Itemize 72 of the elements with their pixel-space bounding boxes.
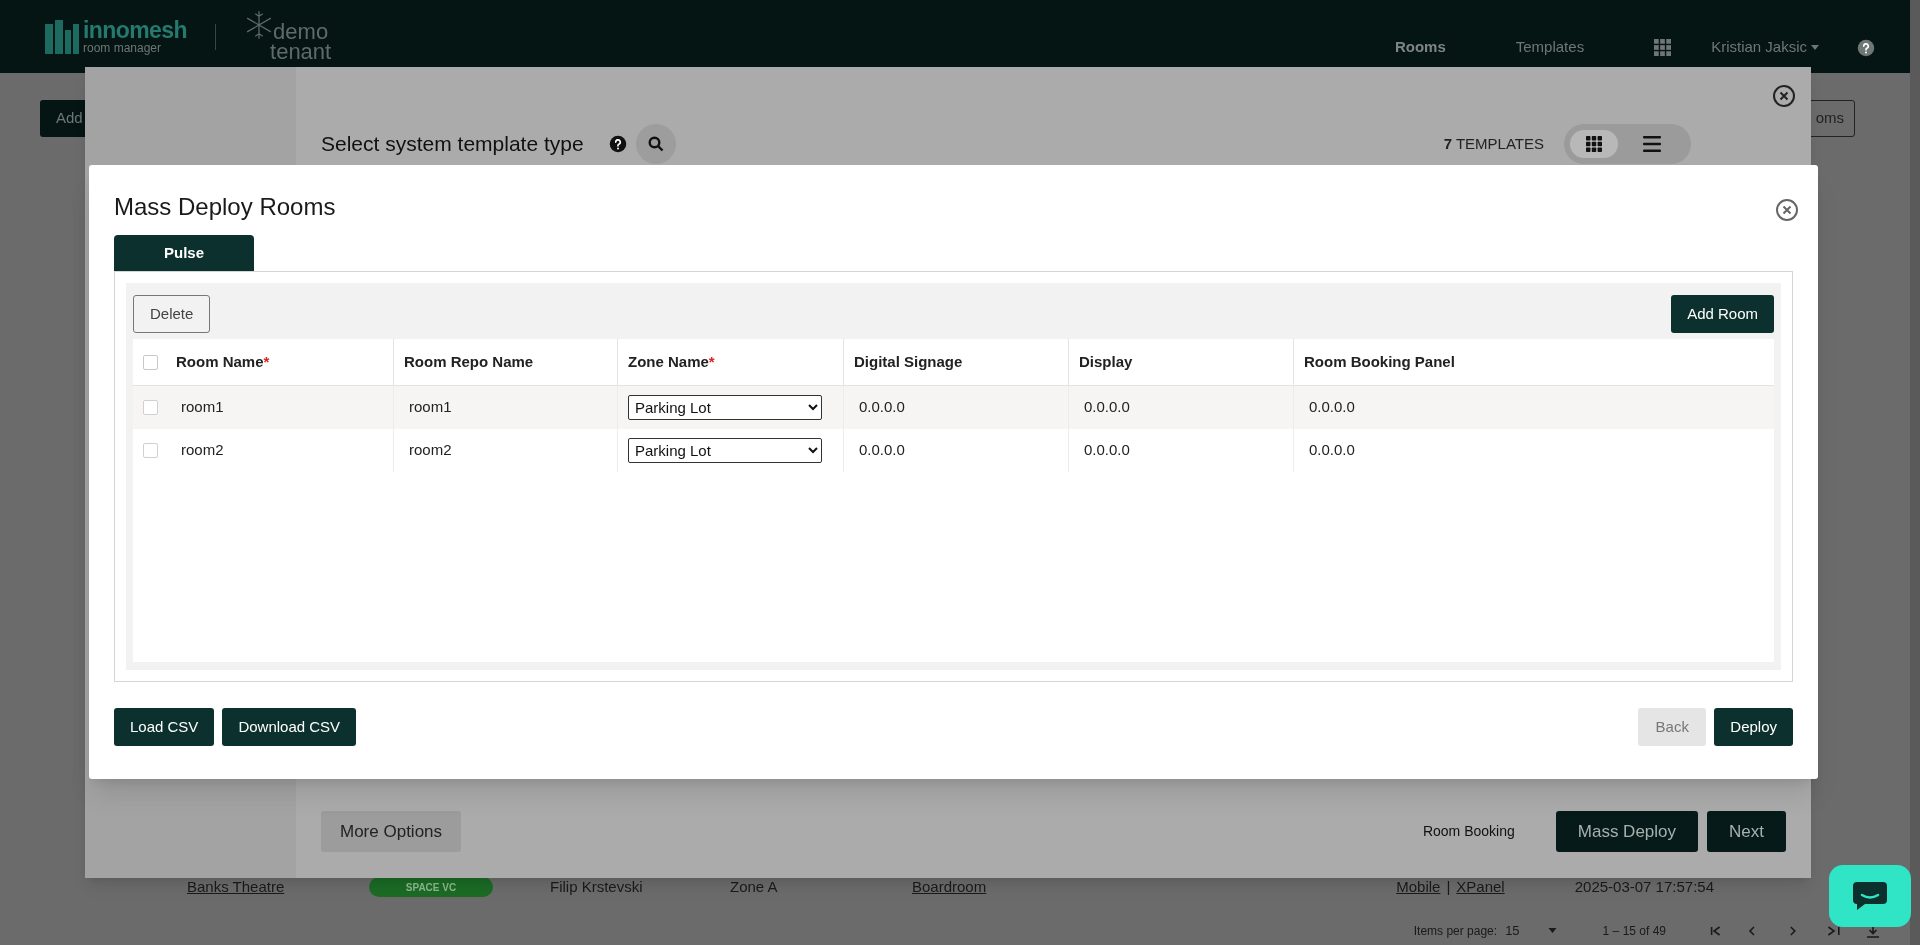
tenant-name: demo <box>272 21 330 42</box>
column-header: Digital Signage <box>854 351 963 372</box>
column-header: Room Booking Panel <box>1304 351 1455 372</box>
caret-icon <box>1811 45 1819 50</box>
user-menu[interactable]: Kristian Jaksic <box>1711 36 1819 59</box>
last-page-icon[interactable] <box>1826 924 1842 937</box>
per-page-select[interactable]: 15 <box>1505 921 1557 941</box>
zone-text: Zone A <box>730 877 779 897</box>
table-cell-text: 0.0.0.0 <box>1308 440 1355 461</box>
search-icon <box>647 136 664 152</box>
column-header: Zone Name <box>628 351 709 372</box>
close-icon[interactable] <box>1775 198 1799 222</box>
next-button[interactable]: Next <box>1707 811 1786 852</box>
items-per-page-label: Items per page: <box>1413 922 1498 940</box>
logo-tagline: room manager <box>83 42 163 54</box>
tenant-name: tenant <box>270 41 332 62</box>
more-options-button[interactable]: More Options <box>321 811 462 852</box>
column-header: Room Repo Name <box>404 351 534 372</box>
tab[interactable]: Pulse <box>114 235 254 271</box>
zone-select[interactable]: Parking Lot <box>628 395 822 420</box>
caret-icon <box>1547 928 1557 934</box>
help-icon[interactable] <box>608 135 627 153</box>
template-count: 7 TEMPLATES <box>1443 133 1544 154</box>
view-mode-button[interactable] <box>1570 130 1618 158</box>
column-header: Room Name <box>176 351 264 372</box>
help-icon[interactable] <box>1857 38 1875 57</box>
logo-name: innomesh <box>83 19 188 42</box>
owner-text: Filip Krstevski <box>550 877 644 897</box>
room-link[interactable]: Banks Theatre <box>187 876 369 899</box>
chat-icon <box>1851 880 1889 912</box>
space-tag: SPACE VC <box>369 877 493 898</box>
table-cell-text: room2 <box>181 440 224 461</box>
column-header: Display <box>1079 351 1133 372</box>
delete-button[interactable]: Delete <box>133 295 211 333</box>
logo-icon <box>45 19 79 54</box>
table-cell-text: 0.0.0.0 <box>1308 397 1355 418</box>
link-separator: | <box>1446 877 1451 897</box>
row-checkbox[interactable] <box>143 400 158 415</box>
required-mark: * <box>708 351 715 372</box>
chat-button[interactable] <box>1829 865 1911 927</box>
search-button[interactable] <box>635 124 676 164</box>
select-all-checkbox[interactable] <box>143 354 158 370</box>
xpanel-link[interactable]: XPanel <box>1456 876 1505 899</box>
page-range: 1 – 15 of 49 <box>1602 922 1666 940</box>
close-icon[interactable] <box>1772 84 1796 108</box>
type-link[interactable]: Boardroom <box>912 876 987 899</box>
table-cell-text: 0.0.0.0 <box>1083 440 1130 461</box>
nav-link[interactable]: Templates <box>1515 36 1585 59</box>
date-text: 2025-03-07 17:57:54 <box>1574 877 1714 897</box>
grid-icon <box>1585 136 1603 152</box>
download-csv-button[interactable]: Download CSV <box>222 708 357 746</box>
load-csv-button[interactable]: Load CSV <box>114 708 215 746</box>
scrollbar[interactable] <box>1910 0 1920 945</box>
table-cell-text: 0.0.0.0 <box>858 397 905 418</box>
room-booking-text: Room Booking <box>1422 822 1515 841</box>
list-icon <box>1643 136 1661 152</box>
nav-link[interactable]: Rooms <box>1394 36 1446 59</box>
required-mark: * <box>263 351 270 372</box>
table-cell-text: room1 <box>181 397 224 418</box>
add-room-button[interactable]: Add Room <box>1671 295 1774 333</box>
deploy-button[interactable]: Deploy <box>1714 708 1793 746</box>
dialog-title: Select system template type <box>321 131 584 158</box>
table-cell-text: room1 <box>408 397 452 418</box>
row-checkbox[interactable] <box>143 443 158 458</box>
mass-deploy-button[interactable]: Mass Deploy <box>1555 811 1699 852</box>
table-cell-text: 0.0.0.0 <box>858 440 905 461</box>
apps-grid-icon[interactable] <box>1654 39 1672 56</box>
table-cell-text: 0.0.0.0 <box>1083 397 1130 418</box>
zone-select[interactable]: Parking Lot <box>628 438 822 463</box>
modal-title: Mass Deploy Rooms <box>114 192 336 222</box>
mobile-link[interactable]: Mobile <box>1396 876 1441 899</box>
table-cell-text: room2 <box>408 440 452 461</box>
